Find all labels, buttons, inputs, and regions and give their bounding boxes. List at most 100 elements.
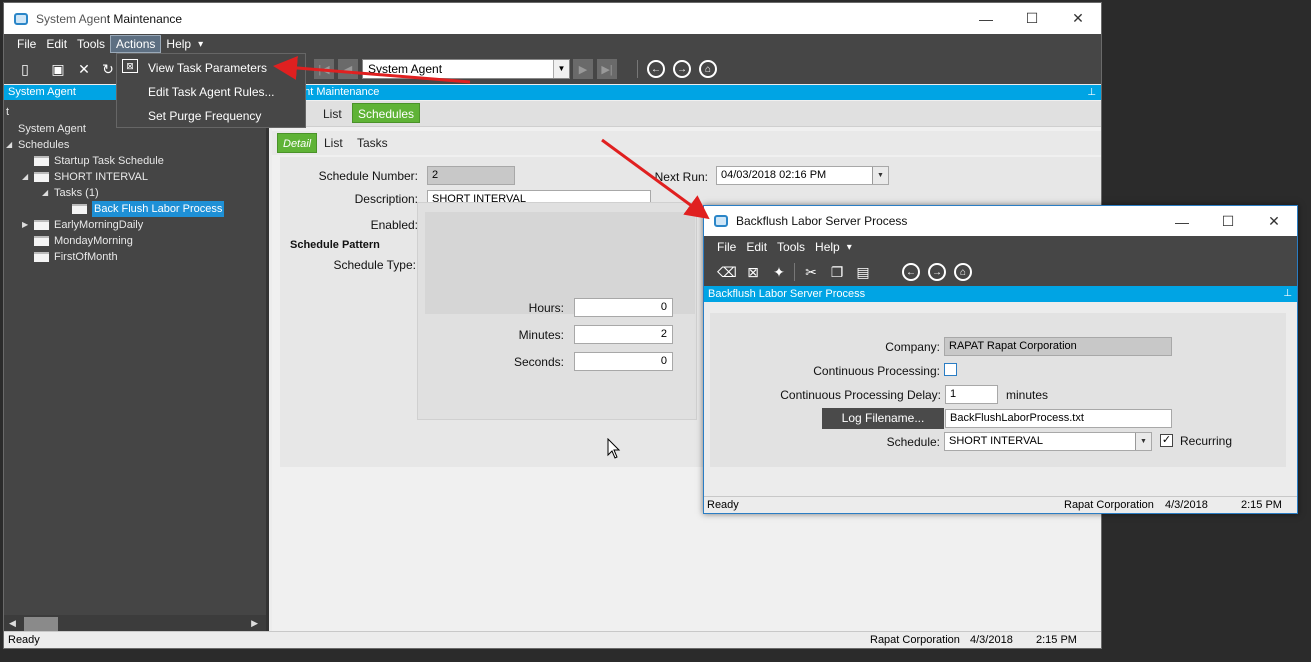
chevron-down-icon[interactable]: ▼ [872,167,888,184]
scroll-thumb[interactable] [24,617,58,631]
tab-list[interactable]: List [323,104,342,124]
tab-sub-list[interactable]: List [324,133,343,153]
last-record-icon[interactable]: ▶| [597,59,617,79]
log-filename-field[interactable]: BackFlushLaborProcess.txt [945,409,1172,428]
tab-schedules[interactable]: Schedules [352,103,421,123]
seconds-field[interactable]: 0 [574,352,673,371]
tree-item-short-interval[interactable]: ◢ SHORT INTERVAL [22,169,148,185]
record-combo[interactable]: System Agent ▼ [362,59,570,79]
company-label: Company: [885,340,940,354]
paste-icon[interactable]: ▤ [854,263,872,281]
tree-stub-text: t [6,106,10,118]
popup-menu-help[interactable]: Help [810,238,845,256]
first-record-icon[interactable]: |◀ [314,59,334,79]
menu-set-purge-frequency[interactable]: Set Purge Frequency [148,106,261,126]
sub-tabs: Detail List Tasks [272,131,1101,155]
popup-close-button[interactable]: ✕ [1251,206,1297,237]
tree-item-label: Tasks (1) [54,187,99,199]
tab-detail[interactable]: Detail [277,133,318,153]
scroll-right-icon[interactable]: ▶ [251,618,258,629]
chevron-down-icon[interactable]: ▼ [1135,433,1151,450]
folder-icon [72,204,87,214]
toolbar-divider [794,263,795,281]
back-icon[interactable]: ← [647,60,665,78]
maximize-button[interactable]: ☐ [1009,3,1055,34]
copy-icon[interactable]: ❐ [828,263,846,281]
popup-status-time: 2:15 PM [1241,499,1282,511]
schedule-number-field[interactable]: 2 [427,166,515,185]
tree-item-system-agent[interactable]: System Agent [18,121,86,137]
status-date: 4/3/2018 [970,634,1013,646]
processing-delay-label: Continuous Processing Delay: [780,388,941,402]
forward-icon[interactable]: → [928,263,946,281]
continuous-processing-checkbox[interactable] [944,363,957,376]
pin-icon[interactable]: ⊥ [1087,85,1096,100]
menu-overflow-icon[interactable]: ▾ [847,242,852,253]
popup-title: Backflush Labor Server Process [736,214,908,228]
clear-icon[interactable]: ⌫ [717,263,737,281]
prev-record-icon[interactable]: ◀ [338,59,358,79]
new-icon[interactable]: ▯ [16,60,34,78]
menu-actions[interactable]: Actions [110,35,162,53]
parameters-icon[interactable]: ⊠ [744,263,762,281]
delete-icon[interactable]: ✕ [75,60,93,78]
refresh-icon[interactable]: ↻ [99,60,117,78]
menu-overflow-icon[interactable]: ▾ [198,39,203,50]
back-icon[interactable]: ← [902,263,920,281]
collapse-icon[interactable]: ◢ [42,185,52,201]
minimize-button[interactable]: — [963,3,1009,34]
recurring-checkbox[interactable]: ✓ [1160,434,1173,447]
collapse-icon[interactable]: ◢ [6,137,16,153]
collapse-icon[interactable]: ◢ [22,169,32,185]
popup-menu-tools[interactable]: Tools [772,238,810,256]
tree-item-startup[interactable]: Startup Task Schedule [34,153,164,169]
minutes-label: Minutes: [518,328,564,342]
home-icon[interactable]: ⌂ [699,60,717,78]
popup-statusbar: Ready Rapat Corporation 4/3/2018 2:15 PM [704,496,1297,513]
cut-icon[interactable]: ✂ [802,263,820,281]
forward-icon[interactable]: → [673,60,691,78]
menu-edit-task-agent-rules[interactable]: Edit Task Agent Rules... [148,82,275,102]
scroll-left-icon[interactable]: ◀ [9,618,16,629]
schedule-type-label: Schedule Type: [333,258,416,272]
process-icon[interactable]: ✦ [770,263,788,281]
tree-item-early-morning[interactable]: ▶ EarlyMorningDaily [22,217,143,233]
tree-item-monday[interactable]: MondayMorning [34,233,133,249]
pin-icon[interactable]: ⊥ [1283,286,1292,302]
processing-delay-field[interactable]: 1 [945,385,998,404]
next-run-field[interactable]: 04/03/2018 02:16 PM ▼ [716,166,889,185]
cursor-icon [607,438,621,459]
menu-edit[interactable]: Edit [41,35,72,53]
close-button[interactable]: ✕ [1055,3,1101,34]
popup-minimize-button[interactable]: — [1159,206,1205,237]
menu-tools[interactable]: Tools [72,35,110,53]
tree-item-back-flush[interactable]: Back Flush Labor Process [72,201,225,217]
menu-help[interactable]: Help [161,35,196,53]
tree-item-tasks[interactable]: ◢ Tasks (1) [42,185,99,201]
popup-menu-edit[interactable]: Edit [741,238,772,256]
next-record-icon[interactable]: ▶ [573,59,593,79]
chevron-down-icon[interactable]: ▼ [553,60,569,78]
folder-icon [34,156,49,166]
home-icon[interactable]: ⌂ [954,263,972,281]
hours-field[interactable]: 0 [574,298,673,317]
menu-view-task-parameters[interactable]: View Task Parameters [148,58,267,78]
recurring-label: Recurring [1180,434,1233,448]
schedule-select[interactable]: SHORT INTERVAL ▼ [944,432,1152,451]
log-filename-button[interactable]: Log Filename... [822,408,944,429]
menu-file[interactable]: File [12,35,41,53]
tree-item-schedules[interactable]: ◢ Schedules [6,137,69,153]
minutes-field[interactable]: 2 [574,325,673,344]
tree-item-first-of-month[interactable]: FirstOfMonth [34,249,118,265]
tree-item-label: EarlyMorningDaily [54,219,144,231]
tab-tasks[interactable]: Tasks [357,133,388,153]
company-field[interactable]: RAPAT Rapat Corporation [944,337,1172,356]
app-icon [714,215,728,227]
popup-menu-file[interactable]: File [712,238,741,256]
status-text: Ready [8,634,40,646]
popup-status-text: Ready [707,499,739,511]
title-text-b: t Maintenance [106,11,183,26]
popup-maximize-button[interactable]: ☐ [1205,206,1251,237]
save-icon[interactable]: ▣ [49,60,67,78]
expand-icon[interactable]: ▶ [22,217,32,233]
